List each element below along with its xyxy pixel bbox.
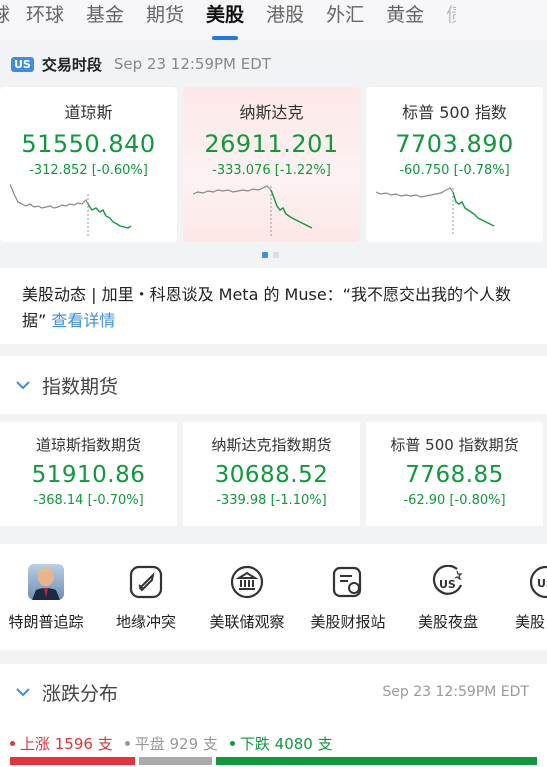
shortcut-geopolitics[interactable]: 地缘冲突: [108, 544, 184, 632]
index-name: 标普 500 指数: [402, 103, 507, 122]
index-value: 7703.890: [395, 130, 514, 158]
index-value: 51550.840: [21, 130, 156, 158]
shortcut-label: 美股夜盘: [417, 613, 478, 631]
chevron-down-icon[interactable]: [14, 376, 32, 394]
futures-change: -339.98 [-1.10%]: [216, 493, 327, 508]
index-cards: 道琼斯 51550.840 -312.852 [-0.60%] 纳斯达克 269…: [0, 87, 547, 242]
shortcut-label: 地缘冲突: [115, 613, 176, 631]
session-title: 交易时段: [41, 55, 102, 74]
distribution-section-header[interactable]: 涨跌分布 Sep 23 12:59PM EDT: [0, 664, 547, 720]
shortcut-trump-tracker[interactable]: 特朗普追踪: [6, 544, 86, 632]
shortcut-grid: 特朗普追踪 地缘冲突 美联储观察 美股财报站 US 美股夜盘 US 美股: [0, 544, 547, 650]
sparkline-chart: [10, 183, 132, 236]
us-night-icon: US: [430, 564, 466, 600]
svg-text:US: US: [439, 578, 456, 591]
portrait-icon: [32, 568, 60, 600]
svg-text:US: US: [537, 577, 547, 590]
sparkline-chart: [193, 185, 313, 236]
futures-name: 纳斯达克指数期货: [211, 436, 332, 454]
missile-icon: [128, 564, 164, 600]
carousel-dot[interactable]: [273, 252, 279, 258]
chevron-down-icon[interactable]: [14, 683, 32, 701]
futures-value: 30688.52: [214, 462, 329, 488]
market-tab-bar: 球 环球 基金 期货 美股 港股 外汇 黄金 债: [0, 0, 547, 40]
legend-up: 上涨 1596 支: [10, 733, 113, 754]
tab-gold[interactable]: 黄金: [386, 0, 424, 40]
shortcut-fed-watch[interactable]: 美联储观察: [204, 544, 290, 632]
section-title: 涨跌分布: [42, 682, 119, 705]
futures-cards: 道琼斯指数期货 51910.86 -368.14 [-0.70%] 纳斯达克指数…: [0, 422, 547, 526]
shortcut-label: 美股: [515, 613, 546, 631]
index-card-dow[interactable]: 道琼斯 51550.840 -312.852 [-0.60%]: [0, 87, 177, 242]
index-name: 道琼斯: [64, 103, 113, 122]
bar-down: [216, 757, 537, 765]
news-detail-link[interactable]: 查看详情: [51, 311, 115, 330]
tab-futures[interactable]: 期货: [146, 0, 184, 40]
shortcut-label: 特朗普追踪: [8, 613, 84, 631]
futures-value: 51910.86: [31, 462, 146, 488]
us-icon: US: [528, 564, 547, 600]
futures-name: 标普 500 指数期货: [390, 436, 519, 454]
shortcut-earnings[interactable]: 美股财报站: [305, 544, 391, 632]
futures-name: 道琼斯指数期货: [35, 436, 141, 454]
up-dot-icon: [10, 741, 15, 746]
index-card-nasdaq[interactable]: 纳斯达克 26911.201 -333.076 [-1.22%]: [183, 87, 360, 242]
tab-fund[interactable]: 基金: [86, 0, 124, 40]
section-title: 指数期货: [42, 375, 119, 398]
index-name: 纳斯达克: [239, 103, 304, 122]
legend-up-label: 上涨 1596 支: [20, 735, 113, 753]
carousel-dot-active[interactable]: [262, 252, 268, 258]
trading-session-bar: US 交易时段 Sep 23 12:59PM EDT: [0, 48, 547, 80]
bank-icon: [229, 564, 265, 600]
futures-card-sp500[interactable]: 标普 500 指数期货 7768.85 -62.90 [-0.80%]: [366, 422, 543, 526]
futures-change: -62.90 [-0.80%]: [403, 493, 506, 508]
shortcut-label: 美股财报站: [310, 613, 386, 631]
tab-forex[interactable]: 外汇: [326, 0, 364, 40]
shortcut-us-night[interactable]: US 美股夜盘: [410, 544, 486, 632]
legend-down: 下跌 4080 支: [229, 733, 333, 754]
tab-us-stocks[interactable]: 美股: [206, 0, 244, 40]
sparkline-chart: [376, 187, 495, 236]
session-time: Sep 23 12:59PM EDT: [113, 55, 271, 73]
distribution-time: Sep 23 12:59PM EDT: [382, 684, 529, 700]
shortcut-us-partial[interactable]: US 美股: [512, 544, 547, 632]
index-card-sp500[interactable]: 标普 500 指数 7703.890 -60.750 [-0.78%]: [366, 87, 543, 242]
index-value: 26911.201: [204, 130, 339, 158]
distribution-bar: [10, 757, 537, 765]
futures-card-nasdaq[interactable]: 纳斯达克指数期货 30688.52 -339.98 [-1.10%]: [183, 422, 360, 526]
index-change: -312.852 [-0.60%]: [29, 163, 148, 178]
tab-partial-right[interactable]: 债: [446, 0, 456, 40]
tab-hk-stocks[interactable]: 港股: [266, 0, 304, 40]
carousel-indicator[interactable]: [262, 252, 279, 258]
index-change: -60.750 [-0.78%]: [399, 163, 510, 178]
news-ticker[interactable]: 美股动态 | 加里・科恩谈及 Meta 的 Muse：“我不愿交出我的个人数据”…: [0, 268, 547, 344]
futures-change: -368.14 [-0.70%]: [33, 493, 144, 508]
tab-global[interactable]: 环球: [26, 0, 64, 40]
futures-value: 7768.85: [405, 462, 504, 488]
tab-partial-left[interactable]: 球: [0, 0, 10, 40]
shortcut-label: 美联储观察: [209, 613, 285, 631]
report-icon: [330, 564, 366, 600]
avatar: [28, 564, 64, 600]
legend-down-label: 下跌 4080 支: [239, 735, 333, 753]
index-change: -333.076 [-1.22%]: [212, 163, 331, 178]
flat-dot-icon: [124, 741, 130, 746]
us-badge: US: [11, 56, 34, 72]
bar-flat: [139, 757, 213, 765]
bar-up: [10, 757, 136, 765]
futures-card-dow[interactable]: 道琼斯指数期货 51910.86 -368.14 [-0.70%]: [0, 422, 177, 526]
futures-section-header[interactable]: 指数期货: [0, 356, 547, 414]
legend-flat-label: 平盘 929 支: [134, 735, 218, 753]
down-dot-icon: [229, 741, 235, 746]
legend-flat: 平盘 929 支: [124, 733, 218, 754]
